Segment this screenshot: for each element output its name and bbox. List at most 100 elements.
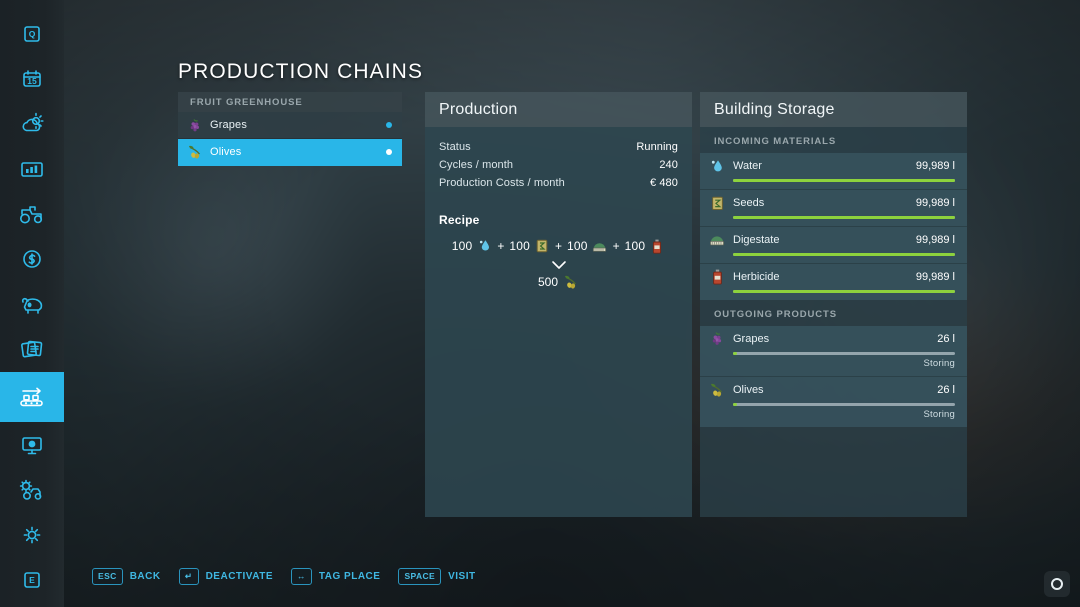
storage-item-label: Digestate bbox=[733, 234, 780, 246]
recipe-input-amount: 100 bbox=[451, 239, 473, 253]
water-icon bbox=[708, 157, 726, 175]
olives-icon bbox=[186, 144, 204, 160]
stat-label: Production Costs / month bbox=[439, 177, 565, 189]
chevron-down-icon bbox=[551, 261, 566, 269]
storage-bar-track bbox=[733, 352, 955, 355]
recipe-plus: + bbox=[612, 239, 620, 253]
storage-row-herbicide[interactable]: Herbicide 99,989 l bbox=[700, 264, 967, 300]
quests-icon: Q bbox=[24, 26, 40, 42]
storage-panel-body: INCOMING MATERIALS Water 99,989 l Seeds … bbox=[700, 127, 967, 517]
building-storage-panel: Building Storage INCOMING MATERIALS Wate… bbox=[700, 92, 967, 517]
water-icon bbox=[476, 238, 492, 254]
sidebar-item-contracts[interactable] bbox=[0, 327, 64, 371]
storage-bar-fill bbox=[733, 403, 738, 406]
storage-row-water[interactable]: Water 99,989 l bbox=[700, 153, 967, 190]
key-esc: ESC bbox=[92, 568, 123, 585]
storage-item-value: 99,989 l bbox=[915, 234, 955, 246]
sidebar-item-weather[interactable] bbox=[0, 102, 64, 146]
storage-row-top: Grapes 26 l bbox=[708, 330, 955, 348]
storage-bar-track bbox=[733, 403, 955, 406]
calendar-icon: 15 bbox=[23, 70, 41, 87]
outgoing-products-header: OUTGOING PRODUCTS bbox=[714, 309, 837, 320]
help-action-deactivate[interactable]: ↵ DEACTIVATE bbox=[178, 568, 273, 585]
production-chains-icon bbox=[20, 387, 43, 407]
storage-bar-track bbox=[733, 216, 955, 219]
tractor-icon bbox=[20, 206, 43, 224]
storage-row-top: Seeds 99,989 l bbox=[708, 194, 955, 212]
storage-row-top: Olives 26 l bbox=[708, 381, 955, 399]
production-stat-costs: Production Costs / month € 480 bbox=[439, 177, 678, 189]
storage-bar-fill bbox=[733, 290, 955, 293]
storage-row-top: Herbicide 99,989 l bbox=[708, 268, 955, 286]
production-panel-title: Production bbox=[425, 92, 692, 127]
olives-icon bbox=[563, 274, 579, 290]
sidebar-item-quests[interactable]: Q bbox=[0, 12, 64, 56]
exit-icon: E bbox=[24, 572, 40, 588]
key-space: SPACE bbox=[398, 568, 442, 585]
sidebar-item-calendar[interactable]: 15 bbox=[0, 57, 64, 101]
recipe-plus: + bbox=[554, 239, 562, 253]
sidebar-item-exit[interactable]: E bbox=[0, 558, 64, 602]
storage-bar-fill bbox=[733, 253, 955, 256]
production-stat-cycles: Cycles / month 240 bbox=[439, 159, 678, 171]
sidebar-item-statistics[interactable] bbox=[0, 147, 64, 191]
help-bar: ESC BACK ↵ DEACTIVATE ↔ TAG PLACE SPACE … bbox=[92, 568, 476, 585]
sidebar-item-finances[interactable] bbox=[0, 237, 64, 281]
sidebar-item-production-chains[interactable] bbox=[0, 372, 64, 422]
help-label: BACK bbox=[129, 571, 161, 582]
finances-icon bbox=[23, 250, 41, 268]
storage-bar-fill bbox=[733, 179, 955, 182]
grapes-icon bbox=[186, 117, 204, 133]
herbicide-icon bbox=[649, 238, 665, 254]
exit-icon-letter: E bbox=[29, 575, 35, 585]
recipe-output-amount: 500 bbox=[537, 275, 559, 289]
storage-panel-title: Building Storage bbox=[700, 92, 967, 127]
storage-item-value: 26 l bbox=[937, 384, 955, 396]
key-enter: ↵ bbox=[178, 568, 199, 585]
digestate-icon bbox=[592, 238, 608, 254]
digestate-icon bbox=[708, 231, 726, 249]
help-action-tag-place[interactable]: ↔ TAG PLACE bbox=[291, 568, 380, 585]
storage-bar-fill bbox=[733, 352, 738, 355]
list-item-label: Olives bbox=[210, 146, 242, 158]
seeds-icon bbox=[708, 194, 726, 212]
storage-item-label: Grapes bbox=[733, 333, 770, 345]
recipe-input-amount: 100 bbox=[567, 239, 588, 253]
recipe-input-amount: 100 bbox=[509, 239, 530, 253]
list-item-label: Grapes bbox=[210, 119, 247, 131]
help-action-back[interactable]: ESC BACK bbox=[92, 568, 161, 585]
weather-icon bbox=[22, 112, 44, 132]
sidebar-item-settings[interactable] bbox=[0, 513, 64, 557]
sidebar-item-animals[interactable] bbox=[0, 282, 64, 326]
cow-icon bbox=[21, 297, 43, 314]
key-left-right-arrow: ↔ bbox=[291, 568, 312, 585]
storage-row-grapes[interactable]: Grapes 26 l Storing bbox=[700, 326, 967, 377]
help-action-visit[interactable]: SPACE VISIT bbox=[398, 568, 475, 585]
sidebar-item-map-overview[interactable] bbox=[0, 423, 64, 467]
stat-label: Cycles / month bbox=[439, 159, 514, 171]
stat-value: € 480 bbox=[649, 177, 678, 189]
grapes-icon bbox=[708, 330, 726, 348]
list-item-status-dot bbox=[386, 149, 392, 155]
storage-row-digestate[interactable]: Digestate 99,989 l bbox=[700, 227, 967, 264]
help-label: VISIT bbox=[448, 571, 476, 582]
recipe-inputs-row: 100 + 100 + 100 + 100 bbox=[439, 238, 678, 254]
gamepad-hint-button[interactable] bbox=[1044, 571, 1070, 597]
incoming-materials-list: Water 99,989 l Seeds 99,989 l Digestate … bbox=[700, 153, 967, 300]
production-stat-status: Status Running bbox=[439, 141, 678, 153]
statistics-icon bbox=[21, 162, 43, 177]
sidebar-item-vehicle-config[interactable] bbox=[0, 468, 64, 512]
storage-item-value: 99,989 l bbox=[915, 271, 955, 283]
list-item-grapes[interactable]: Grapes bbox=[178, 112, 402, 139]
sidebar-rail: Q 15 E bbox=[0, 0, 64, 607]
storage-row-seeds[interactable]: Seeds 99,989 l bbox=[700, 190, 967, 227]
recipe-input-amount: 100 bbox=[624, 239, 646, 253]
storage-row-olives[interactable]: Olives 26 l Storing bbox=[700, 377, 967, 427]
sidebar-item-vehicles[interactable] bbox=[0, 192, 64, 236]
settings-gear-icon bbox=[23, 526, 41, 544]
storage-item-label: Olives bbox=[733, 384, 764, 396]
list-item-olives[interactable]: Olives bbox=[178, 139, 402, 166]
seeds-icon bbox=[534, 238, 550, 254]
circle-button-icon bbox=[1051, 578, 1063, 590]
stat-value: 240 bbox=[659, 159, 678, 171]
